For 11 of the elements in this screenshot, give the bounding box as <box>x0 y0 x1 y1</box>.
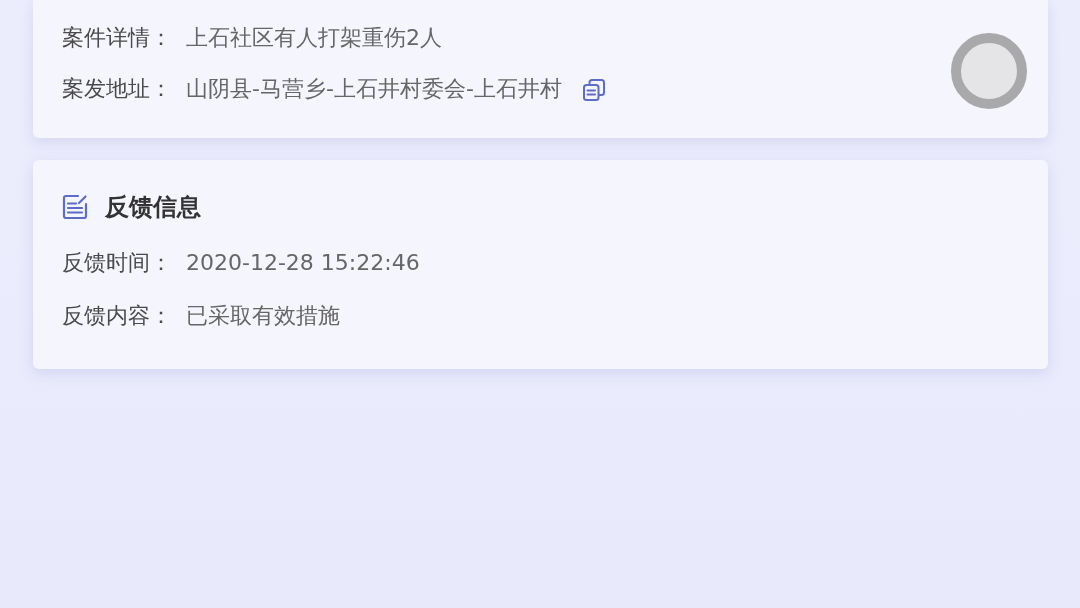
field-value: 已采取有效措施 <box>186 302 340 330</box>
field-label: 案发地址： <box>62 75 172 103</box>
field-label: 反馈时间： <box>62 249 172 277</box>
field-value: 山阴县-马营乡-上石井村委会-上石井村 <box>186 75 562 103</box>
copy-icon[interactable] <box>581 78 606 102</box>
field-value: 2020-12-28 15:22:46 <box>186 249 420 277</box>
field-label: 案件详情： <box>62 24 172 52</box>
section-title: 反馈信息 <box>105 192 201 223</box>
note-icon <box>62 194 88 220</box>
field-value: 上石社区有人打架重伤2人 <box>186 24 442 52</box>
field-label: 反馈内容： <box>62 302 172 330</box>
